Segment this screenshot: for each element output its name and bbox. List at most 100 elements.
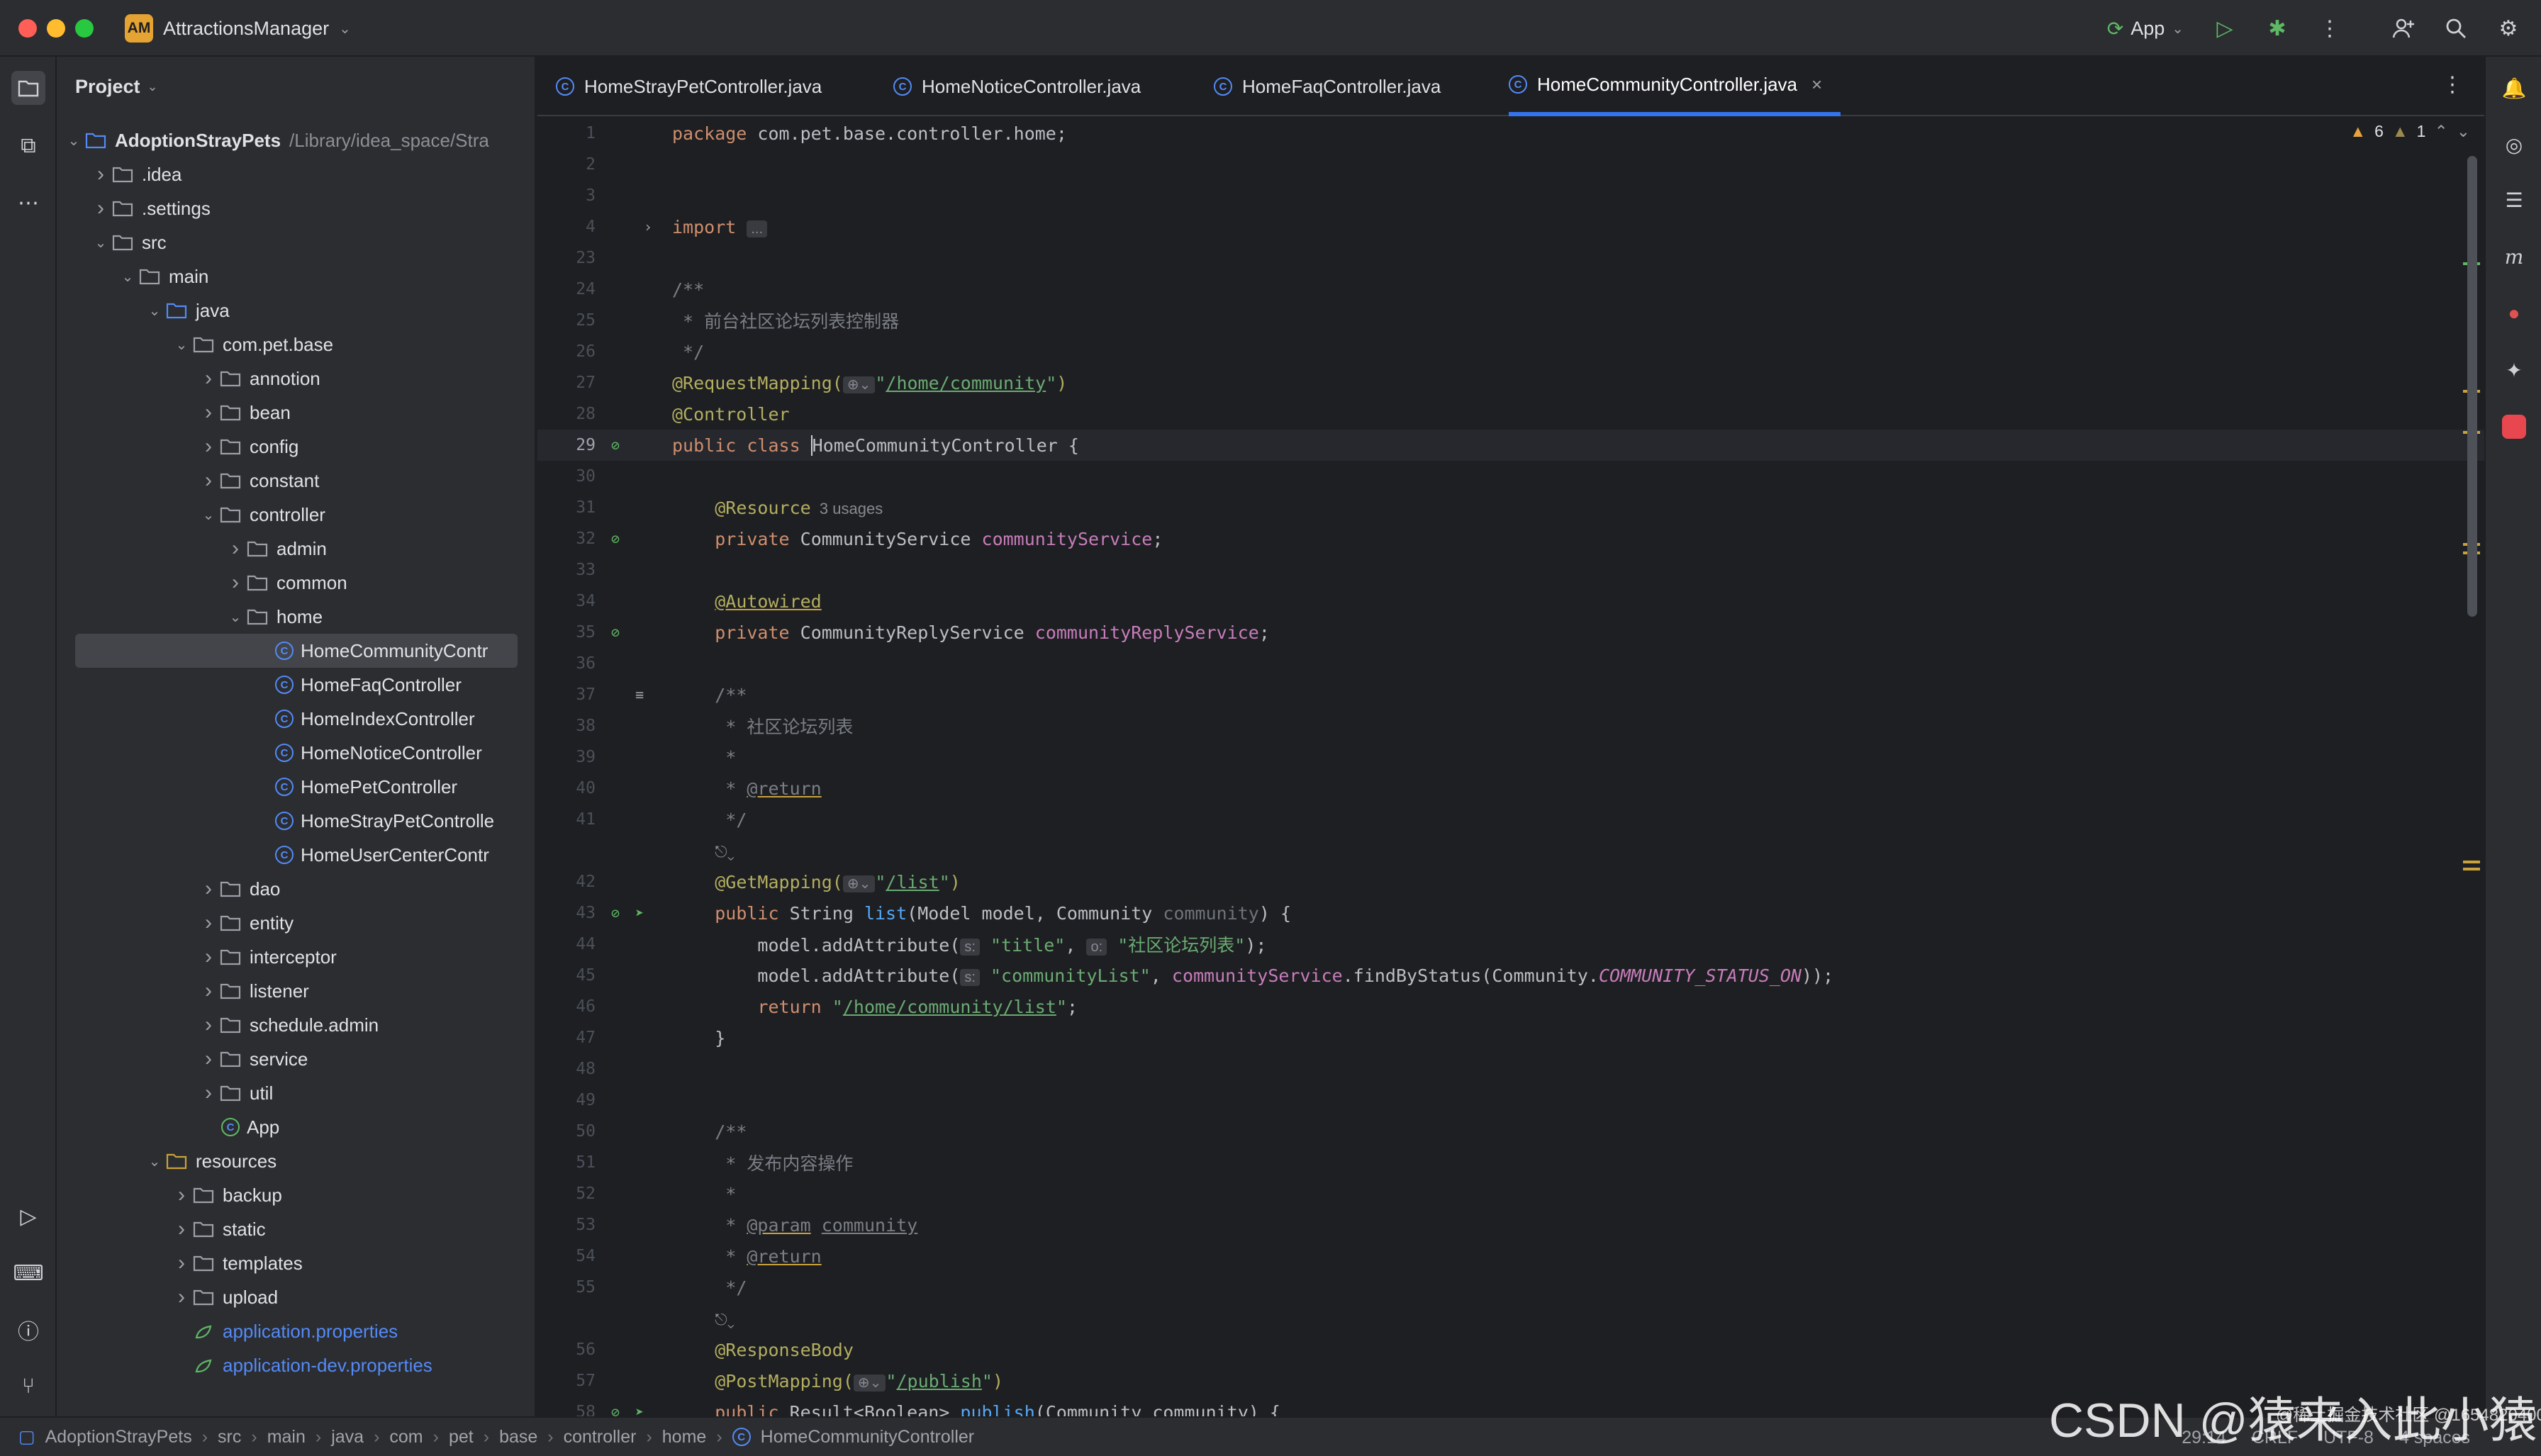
- chevron-right-icon[interactable]: ›: [199, 469, 218, 493]
- tab-home-notice-controller[interactable]: C HomeNoticeController.java: [893, 57, 1141, 116]
- code-line[interactable]: 52 *: [537, 1178, 2484, 1209]
- chevron-right-icon[interactable]: ›: [199, 1047, 218, 1071]
- debug-icon[interactable]: ✱: [2259, 10, 2296, 47]
- chevron-right-icon[interactable]: ›: [199, 877, 218, 901]
- code-line[interactable]: 28 @Controller: [537, 398, 2484, 430]
- notifications-icon[interactable]: 🔔: [2497, 71, 2531, 105]
- rendered-doc-icon[interactable]: ≡: [630, 685, 649, 705]
- code-line[interactable]: 46 return "/home/community/list";: [537, 991, 2484, 1022]
- code-line[interactable]: 48: [537, 1053, 2484, 1085]
- run-icon[interactable]: ▷: [2206, 10, 2243, 47]
- database-icon[interactable]: ☰: [2497, 183, 2531, 217]
- add-user-icon[interactable]: [2385, 10, 2422, 47]
- chevron-right-icon[interactable]: ›: [199, 1013, 218, 1037]
- chevron-right-icon[interactable]: ›: [91, 162, 111, 186]
- gradle-icon[interactable]: ✦: [2497, 353, 2531, 387]
- chevron-right-icon[interactable]: ›: [199, 945, 218, 969]
- close-window-button[interactable]: [18, 19, 37, 38]
- code-line[interactable]: 24 /**: [537, 274, 2484, 305]
- tree-item-application-dev-properties[interactable]: application-dev.properties: [57, 1348, 518, 1382]
- endpoint-icon[interactable]: ➤: [630, 903, 649, 923]
- code-line[interactable]: 53 * @param community: [537, 1209, 2484, 1241]
- chevron-down-icon[interactable]: ⌄: [199, 506, 218, 524]
- tree-item-schedule-admin[interactable]: › schedule.admin: [57, 1008, 518, 1042]
- code-line[interactable]: 40 * @return: [537, 773, 2484, 804]
- breadcrumb-item[interactable]: home: [662, 1427, 707, 1447]
- tree-item-listener[interactable]: › listener: [57, 974, 518, 1008]
- code-line[interactable]: 2: [537, 149, 2484, 180]
- chevron-down-icon[interactable]: ⌄: [118, 268, 138, 286]
- project-view-icon[interactable]: [11, 71, 45, 105]
- code-line[interactable]: 33: [537, 554, 2484, 586]
- chevron-right-icon[interactable]: ›: [172, 1183, 191, 1207]
- code-line[interactable]: 45 model.addAttribute(s: "communityList"…: [537, 960, 2484, 991]
- tree-item-homeindexcontroller[interactable]: C HomeIndexController: [57, 702, 518, 736]
- chevron-right-icon[interactable]: ›: [172, 1285, 191, 1309]
- code-line[interactable]: 54 * @return: [537, 1241, 2484, 1272]
- project-panel-header[interactable]: Project ⌄: [57, 57, 535, 116]
- tab-home-community-controller[interactable]: C HomeCommunityController.java ×: [1509, 57, 1841, 116]
- tree-item-homecommunitycontr[interactable]: C HomeCommunityContr: [75, 634, 518, 668]
- tree-item-homenoticecontroller[interactable]: C HomeNoticeController: [57, 736, 518, 770]
- code-line[interactable]: 42 @GetMapping(⊕⌄ "/list"): [537, 866, 2484, 897]
- code-line[interactable]: 23: [537, 242, 2484, 274]
- tree-item-constant[interactable]: › constant: [57, 464, 518, 498]
- run-configuration-selector[interactable]: ⟳ App ⌄: [2100, 10, 2191, 47]
- tree-item-idea[interactable]: › .idea: [57, 157, 518, 191]
- chevron-down-icon[interactable]: ⌄: [64, 132, 84, 150]
- code-line[interactable]: 49: [537, 1085, 2484, 1116]
- code-line[interactable]: 36: [537, 648, 2484, 679]
- chevron-right-icon[interactable]: ›: [199, 435, 218, 459]
- tree-item-homestraypetcontrolle[interactable]: C HomeStrayPetControlle: [57, 804, 518, 838]
- maven-icon[interactable]: m: [2497, 240, 2531, 274]
- chevron-down-icon[interactable]: ⌄: [225, 608, 245, 626]
- tree-item-util[interactable]: › util: [57, 1076, 518, 1110]
- code-line[interactable]: 56 @ResponseBody: [537, 1334, 2484, 1365]
- code-editor[interactable]: 1 package com.pet.base.controller.home; 2 3…: [537, 116, 2484, 1423]
- chevron-right-icon[interactable]: ›: [199, 401, 218, 425]
- chevron-right-icon[interactable]: ›: [199, 1081, 218, 1105]
- minimize-window-button[interactable]: [47, 19, 65, 38]
- code-line[interactable]: 27 @RequestMapping(⊕⌄ "/home/community"): [537, 367, 2484, 398]
- fold-chevron-icon[interactable]: ›: [638, 217, 658, 237]
- tree-item-templates[interactable]: › templates: [57, 1246, 518, 1280]
- tree-item-homeusercentercontr[interactable]: C HomeUserCenterContr: [57, 838, 518, 872]
- tree-item-dao[interactable]: › dao: [57, 872, 518, 906]
- tree-item-app[interactable]: C App: [57, 1110, 518, 1144]
- code-line[interactable]: 39 *: [537, 741, 2484, 773]
- code-line[interactable]: 3: [537, 180, 2484, 211]
- tree-item-settings[interactable]: › .settings: [57, 191, 518, 225]
- chevron-right-icon[interactable]: ›: [225, 537, 245, 561]
- spring-bean-icon[interactable]: ⊘: [605, 622, 625, 642]
- breadcrumb-item[interactable]: pet: [449, 1427, 474, 1447]
- breadcrumb-item[interactable]: java: [331, 1427, 364, 1447]
- tree-item-src[interactable]: ⌄ src: [57, 225, 518, 259]
- code-line[interactable]: 47 }: [537, 1022, 2484, 1053]
- tree-item-backup[interactable]: › backup: [57, 1178, 518, 1212]
- plugin-app-icon[interactable]: [2497, 410, 2531, 444]
- code-line[interactable]: 41 */: [537, 804, 2484, 835]
- settings-icon[interactable]: ⚙: [2490, 10, 2527, 47]
- code-line[interactable]: 34 @Autowired: [537, 586, 2484, 617]
- breadcrumb-item[interactable]: src: [218, 1427, 241, 1447]
- tree-item-resources[interactable]: ⌄ resources: [57, 1144, 518, 1178]
- chevron-right-icon[interactable]: ›: [199, 366, 218, 391]
- tree-item-interceptor[interactable]: › interceptor: [57, 940, 518, 974]
- breadcrumb-item[interactable]: AdoptionStrayPets: [45, 1427, 192, 1447]
- tree-item-config[interactable]: › config: [57, 430, 518, 464]
- tree-item-controller[interactable]: ⌄ controller: [57, 498, 518, 532]
- chevron-down-icon[interactable]: ⌄: [145, 1153, 164, 1170]
- ai-assistant-icon[interactable]: ◎: [2497, 128, 2531, 162]
- code-line[interactable]: 35 ⊘ private CommunityReplyService commun…: [537, 617, 2484, 648]
- git-icon[interactable]: ⑂: [11, 1370, 45, 1404]
- search-icon[interactable]: [2437, 10, 2474, 47]
- structure-icon[interactable]: ⧉: [11, 129, 45, 163]
- breadcrumb-item[interactable]: main: [267, 1427, 306, 1447]
- code-line[interactable]: ⎋⌄: [537, 1303, 2484, 1334]
- code-line[interactable]: 26 */: [537, 336, 2484, 367]
- code-line[interactable]: 51 * 发布内容操作: [537, 1147, 2484, 1178]
- code-line[interactable]: 4 › import ...: [537, 211, 2484, 242]
- breadcrumb-item[interactable]: com: [389, 1427, 423, 1447]
- code-line[interactable]: 30: [537, 461, 2484, 492]
- code-line[interactable]: 32 ⊘ private CommunityService communitySe…: [537, 523, 2484, 554]
